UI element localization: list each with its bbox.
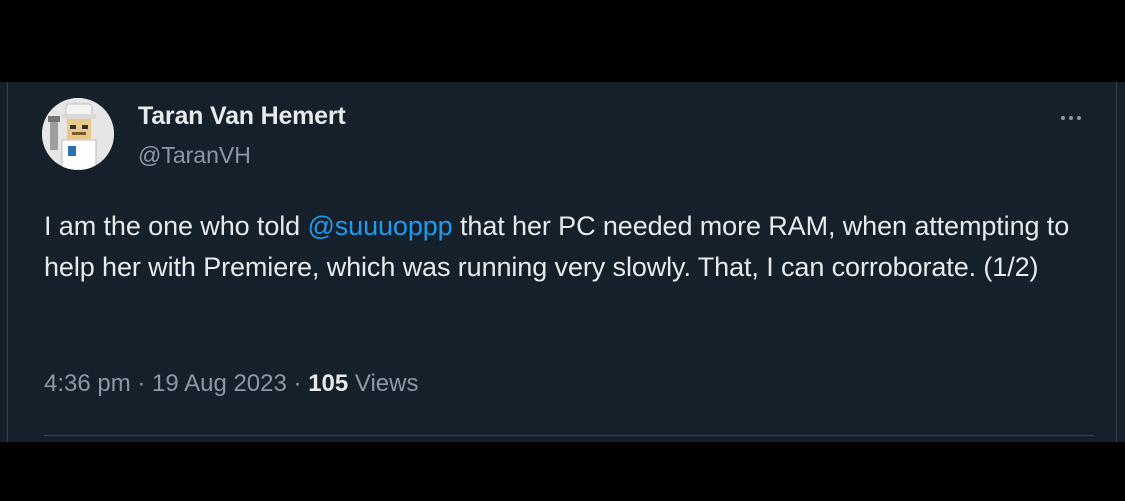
divider [44, 435, 1094, 436]
tweet-card: Taran Van Hemert @TaranVH I am the one w… [0, 82, 1125, 442]
tweet-time[interactable]: 4:36 pm [44, 370, 131, 397]
avatar-icon [42, 98, 114, 170]
card-border-left [7, 82, 8, 442]
more-options-icon [1069, 116, 1073, 120]
more-options-icon [1061, 116, 1065, 120]
views-count: 105 [308, 370, 349, 397]
mention-link[interactable]: @suuuoppp [307, 211, 452, 241]
avatar[interactable] [42, 98, 114, 170]
more-options-icon [1077, 116, 1081, 120]
author-display-name[interactable]: Taran Van Hemert [138, 102, 346, 131]
author-handle[interactable]: @TaranVH [138, 142, 251, 169]
meta-separator: · [286, 370, 309, 397]
meta-separator: · [130, 370, 153, 397]
tweet-text-part: I am the one who told [44, 211, 308, 241]
card-border-right [1116, 82, 1117, 442]
more-options-button[interactable] [1050, 104, 1092, 132]
tweet-date[interactable]: 19 Aug 2023 [152, 370, 287, 397]
tweet-text: I am the one who told @suuuoppp that her… [44, 206, 1094, 288]
tweet-meta: 4:36 pm · 19 Aug 2023 · 105 Views [44, 370, 419, 398]
views-label: Views [348, 370, 419, 397]
